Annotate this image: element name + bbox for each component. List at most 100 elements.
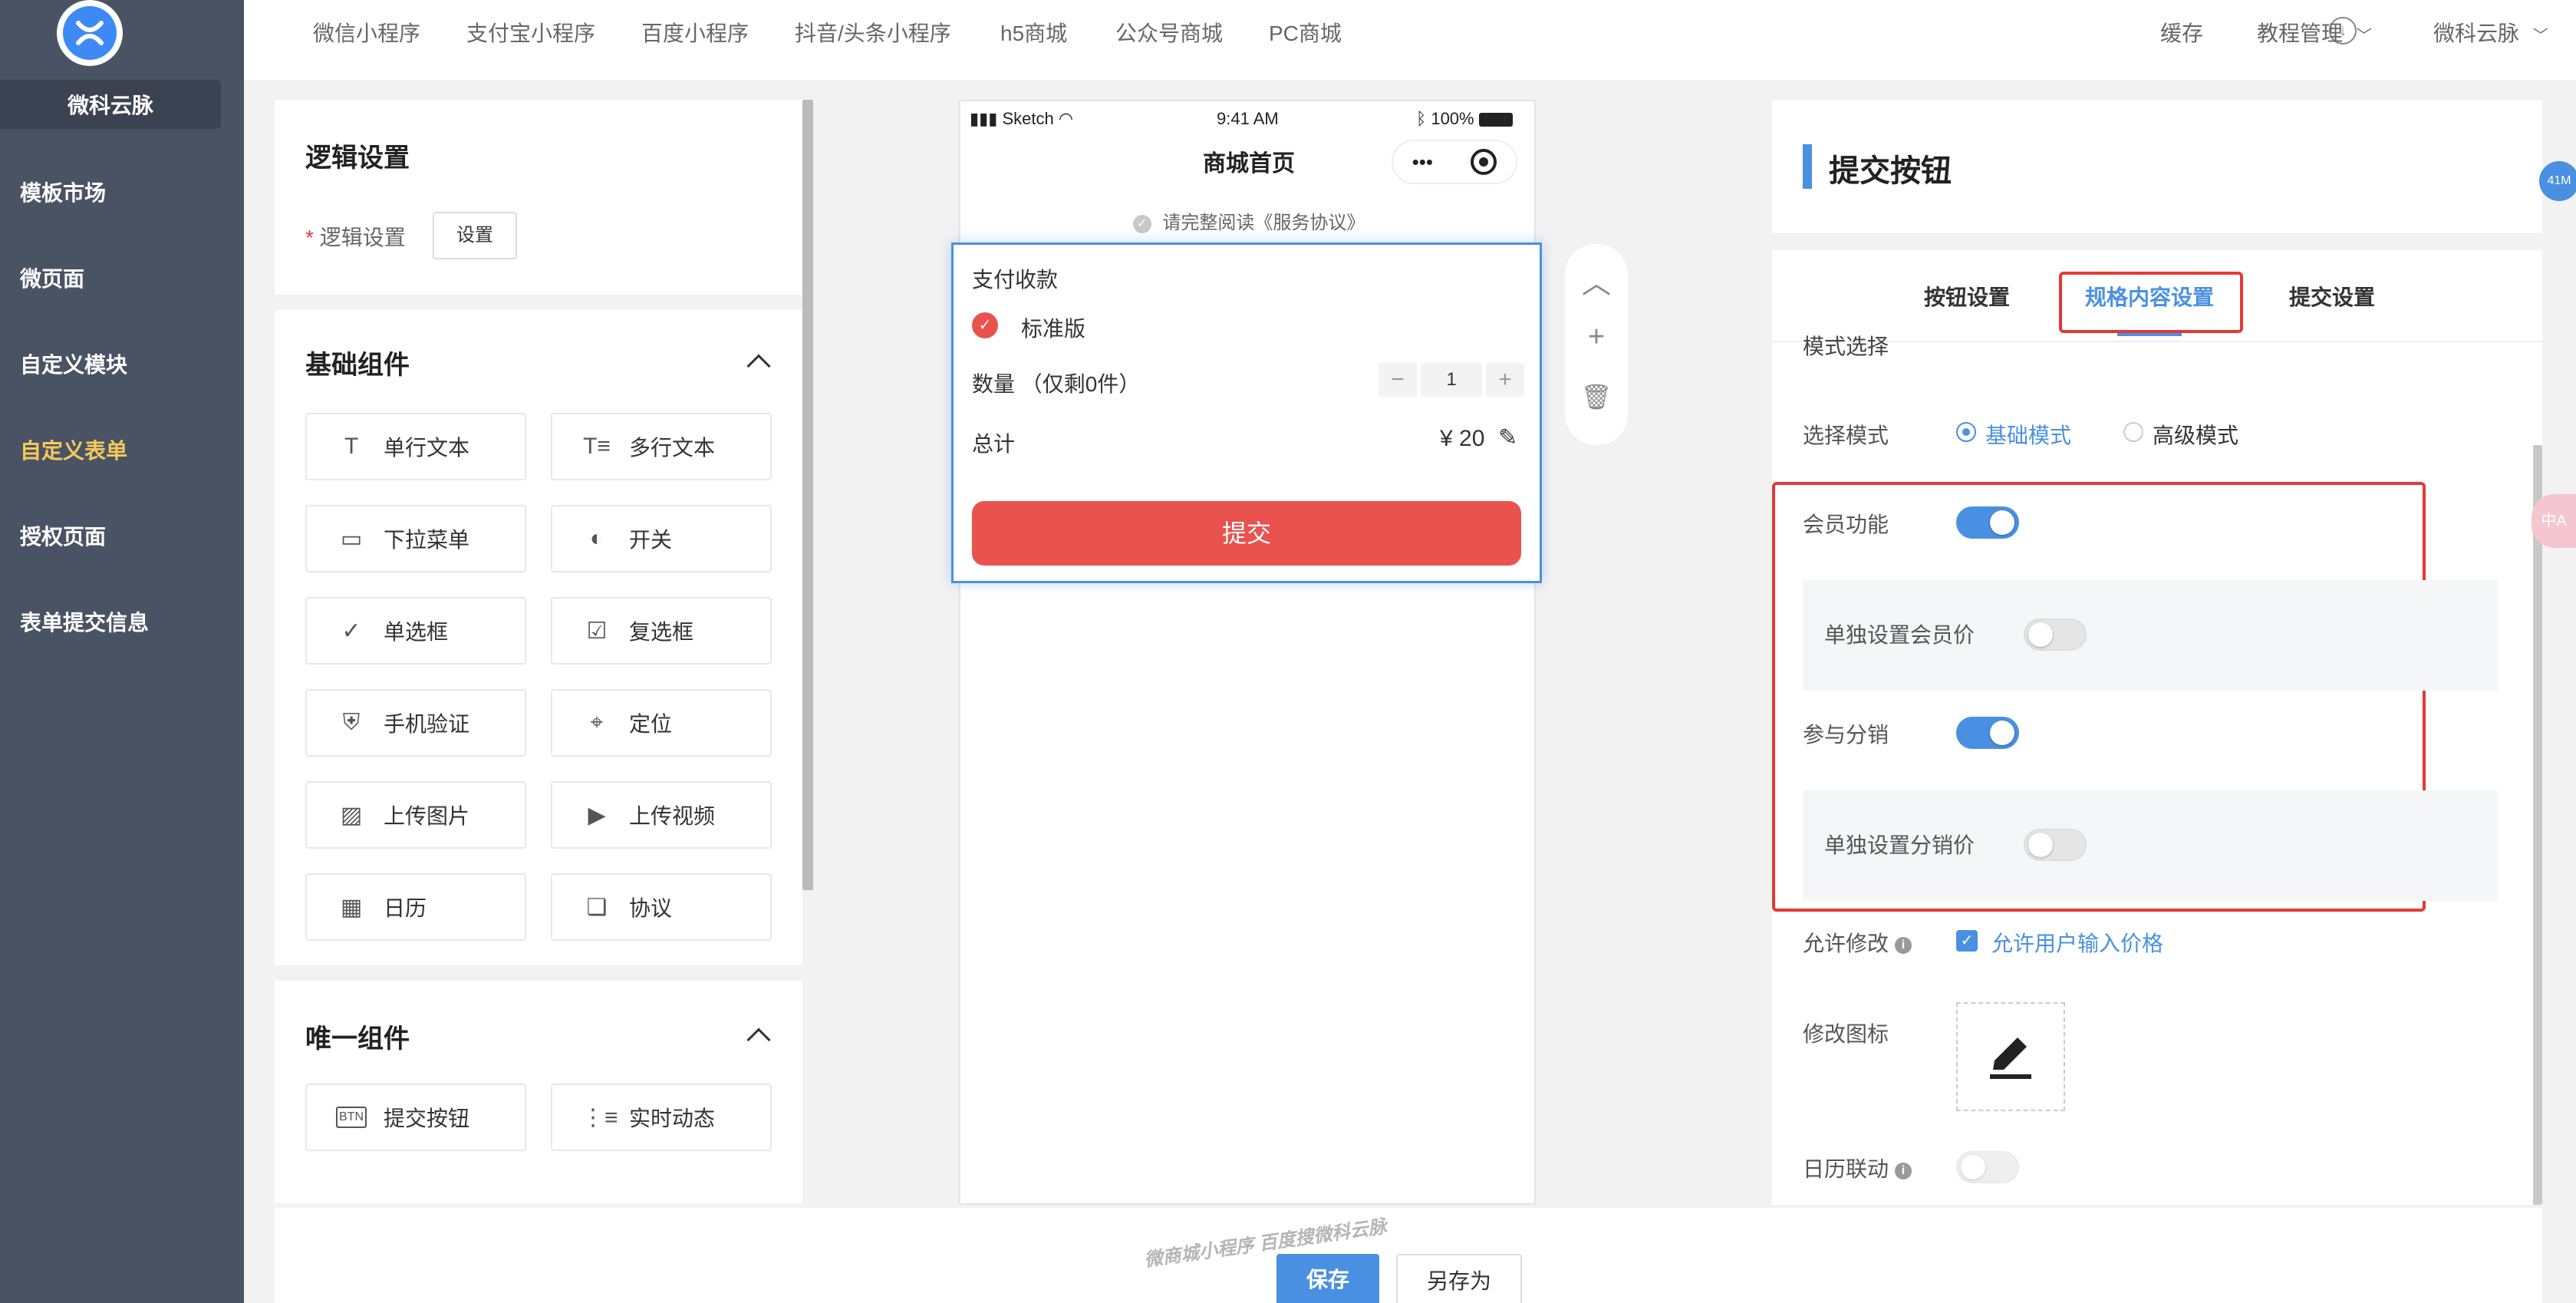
agreement-icon: ❏ xyxy=(586,894,608,920)
component-live-feed[interactable]: ⋮≡ 实时动态 xyxy=(551,1084,772,1151)
signal-icon: ▮▮▮ xyxy=(970,109,998,128)
title-accent-bar xyxy=(1803,144,1812,189)
close-icon[interactable] xyxy=(1471,149,1497,175)
radio-basic-mode[interactable] xyxy=(1956,422,1976,442)
edit-pencil-icon[interactable]: ✎ xyxy=(1498,424,1517,451)
selected-form-component[interactable]: 支付收款 ✓ 标准版 数量 （仅剩0件） − 1 + 总计 ¥ 20 ✎ 提交 xyxy=(951,242,1542,583)
edit-icon-picker[interactable] xyxy=(1956,1002,2065,1111)
quantity-value[interactable]: 1 xyxy=(1421,363,1482,397)
save-button[interactable]: 保存 xyxy=(1276,1254,1379,1303)
sidebar-item-auth-page[interactable]: 授权页面 xyxy=(20,520,106,551)
distribution-toggle[interactable] xyxy=(1956,717,2019,749)
multiline-text-icon: T≡ xyxy=(583,434,611,459)
tab-douyin[interactable]: 抖音/头条小程序 xyxy=(795,17,951,48)
right-panel-scrollbar[interactable] xyxy=(2533,445,2542,1205)
basic-mode-label[interactable]: 基础模式 xyxy=(1985,419,2071,450)
allow-price-input-checkbox[interactable]: ✓ xyxy=(1956,930,1978,952)
tab-official-account[interactable]: 公众号商城 xyxy=(1115,17,1223,48)
image-icon: ▨ xyxy=(340,802,363,828)
component-phone-verify[interactable]: ⛨ 手机验证 xyxy=(305,689,526,757)
component-location[interactable]: ⌖ 定位 xyxy=(551,689,772,757)
tab-submit-settings[interactable]: 提交设置 xyxy=(2289,281,2375,312)
active-tab-underline xyxy=(2117,333,2182,336)
save-as-button[interactable]: 另存为 xyxy=(1396,1254,1522,1303)
left-panel-scrollbar[interactable] xyxy=(802,100,813,890)
trash-icon[interactable]: 🗑 xyxy=(1565,382,1628,411)
move-up-icon[interactable]: ︿ xyxy=(1565,259,1628,302)
dropdown-icon: ▭ xyxy=(340,526,363,552)
member-function-toggle[interactable] xyxy=(1956,506,2019,539)
mini-program-capsule: ••• xyxy=(1392,140,1517,184)
distribution-price-toggle[interactable] xyxy=(2024,829,2087,861)
tutorial-menu[interactable]: 教程管理 ﹀ xyxy=(2257,17,2372,48)
tab-baidu[interactable]: 百度小程序 xyxy=(641,17,749,48)
component-label: 提交按钮 xyxy=(384,1107,470,1130)
distribution-price-label: 单独设置分销价 xyxy=(1824,833,1975,857)
memory-badge[interactable]: 41M xyxy=(2539,161,2576,201)
sidebar-item-custom-form[interactable]: 自定义表单 xyxy=(20,434,127,465)
settings-header: 提交按钮 xyxy=(1772,100,2542,233)
selected-check-icon: ✓ xyxy=(972,312,998,338)
chevron-up-icon[interactable] xyxy=(746,354,771,378)
status-battery: ᛒ 100% xyxy=(1416,109,1513,129)
text-icon: T xyxy=(344,434,359,459)
component-dropdown[interactable]: ▭ 下拉菜单 xyxy=(305,505,526,572)
tab-button-settings[interactable]: 按钮设置 xyxy=(1924,281,2010,312)
component-upload-image[interactable]: ▨ 上传图片 xyxy=(305,781,526,849)
calendar-link-toggle[interactable] xyxy=(1956,1151,2019,1183)
component-label: 上传图片 xyxy=(384,804,470,828)
component-label: 手机验证 xyxy=(384,712,470,736)
required-mark: * xyxy=(305,226,314,249)
tab-pc[interactable]: PC商城 xyxy=(1269,17,1342,48)
quantity-label: 数量 （仅剩0件） xyxy=(972,372,1141,396)
chevron-down-icon: ﹀ xyxy=(2356,28,2372,45)
member-price-box: 单独设置会员价 xyxy=(1803,580,2498,691)
component-switch[interactable]: ◐ 开关 xyxy=(551,505,772,572)
allow-edit-label: 允许修改 i xyxy=(1803,927,1912,958)
radio-advanced-mode[interactable] xyxy=(2123,422,2143,442)
button-icon: BTN xyxy=(336,1107,367,1128)
allow-price-input-label[interactable]: 允许用户输入价格 xyxy=(1991,927,2163,958)
cache-link[interactable]: 缓存 xyxy=(2160,17,2203,48)
partial-section-label: 模式选择 xyxy=(1803,335,1889,358)
chevron-up-icon[interactable] xyxy=(746,1028,771,1052)
component-agreement[interactable]: ❏ 协议 xyxy=(551,873,772,941)
sidebar-item-custom-module[interactable]: 自定义模块 xyxy=(20,348,127,379)
tab-alipay[interactable]: 支付宝小程序 xyxy=(466,17,595,48)
component-single-line-text[interactable]: T 单行文本 xyxy=(305,413,526,480)
info-icon[interactable]: i xyxy=(1895,936,1912,954)
more-icon[interactable]: ••• xyxy=(1412,150,1433,174)
minus-button[interactable]: − xyxy=(1379,363,1417,397)
status-carrier: ▮▮▮ Sketch ◠ xyxy=(970,109,1073,129)
logic-settings-button[interactable]: 设置 xyxy=(433,212,517,259)
sidebar: 微科云脉 模板市场 微页面 自定义模块 自定义表单 授权页面 表单提交信息 xyxy=(0,0,244,1303)
component-submit-button[interactable]: BTN 提交按钮 xyxy=(305,1084,526,1151)
tab-h5[interactable]: h5商城 xyxy=(1000,17,1067,48)
sidebar-item-template-market[interactable]: 模板市场 xyxy=(20,176,106,207)
member-function-label: 会员功能 xyxy=(1803,513,1889,536)
component-checkbox[interactable]: ☑ 复选框 xyxy=(551,597,772,665)
member-price-toggle[interactable] xyxy=(2024,619,2087,651)
logic-settings-title: 逻辑设置 xyxy=(305,143,410,173)
advanced-mode-label[interactable]: 高级模式 xyxy=(2153,419,2238,450)
add-icon[interactable]: + xyxy=(1565,321,1628,354)
component-multi-line-text[interactable]: T≡ 多行文本 xyxy=(551,413,772,480)
tab-wechat[interactable]: 微信小程序 xyxy=(313,17,420,48)
component-label: 多行文本 xyxy=(629,436,716,460)
carrier-label: Sketch xyxy=(1002,109,1054,128)
component-calendar[interactable]: ▦ 日历 xyxy=(305,873,526,941)
option-label: 标准版 xyxy=(1021,317,1086,341)
sidebar-item-micro-page[interactable]: 微页面 xyxy=(20,262,84,293)
side-tool-badge[interactable]: 中A xyxy=(2532,494,2576,548)
info-icon[interactable]: i xyxy=(1895,1162,1912,1179)
component-radio[interactable]: ✓ 单选框 xyxy=(305,597,526,665)
user-menu[interactable]: 微科云脉 ﹀ xyxy=(2433,17,2548,48)
component-tools: ︿ + 🗑 xyxy=(1565,244,1628,445)
component-upload-video[interactable]: ▶ 上传视频 xyxy=(551,781,772,849)
sidebar-item-form-submissions[interactable]: 表单提交信息 xyxy=(20,606,149,637)
payment-section-title: 支付收款 xyxy=(972,268,1059,292)
checkbox-icon: ☑ xyxy=(586,618,608,644)
preview-submit-button[interactable]: 提交 xyxy=(972,501,1521,566)
unique-components-card: 唯一组件 BTN 提交按钮 ⋮≡ 实时动态 xyxy=(275,981,802,1203)
plus-button[interactable]: + xyxy=(1486,363,1524,397)
